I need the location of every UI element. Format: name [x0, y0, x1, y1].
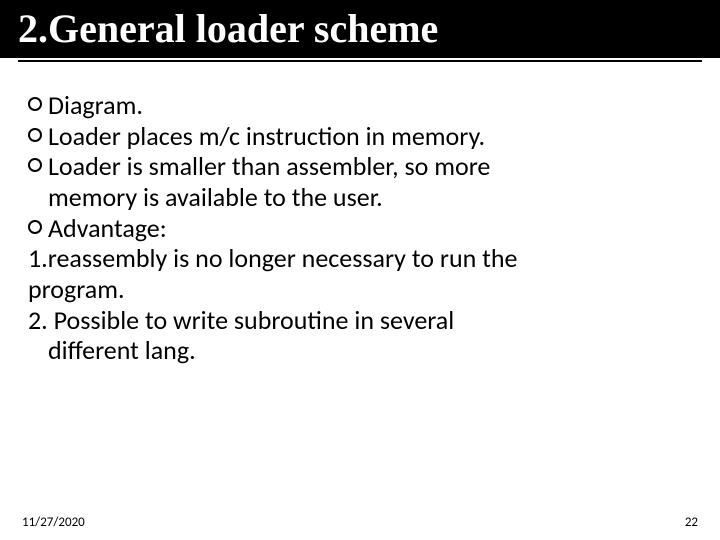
circle-bullet-icon	[28, 158, 42, 172]
slide-title: 2.General loader scheme	[18, 8, 702, 50]
slide-content: Diagram. Loader places m/c instruction i…	[0, 62, 720, 366]
numbered-continuation: different lang.	[28, 335, 692, 366]
numbered-text: different lang.	[48, 335, 692, 366]
bullet-text: Diagram.	[48, 90, 692, 121]
numbered-text: 1.reassembly is no longer necessary to r…	[28, 243, 692, 274]
bullet-item: Loader is smaller than assembler, so mor…	[28, 151, 692, 182]
numbered-line: program.	[28, 274, 692, 305]
bullet-continuation: memory is available to the user.	[28, 182, 692, 213]
numbered-text: program.	[28, 274, 692, 305]
numbered-line: 2. Possible to write subroutine in sever…	[28, 305, 692, 336]
title-band: 2.General loader scheme	[0, 0, 720, 58]
slide-footer: 11/27/2020 22	[0, 515, 720, 530]
bullet-text: Loader places m/c instruction in memory.	[48, 121, 692, 152]
bullet-item: Diagram.	[28, 90, 692, 121]
circle-bullet-icon	[28, 220, 42, 234]
footer-page-number: 22	[685, 515, 698, 530]
circle-bullet-icon	[28, 97, 42, 111]
bullet-item: Advantage:	[28, 213, 692, 244]
bullet-item: Loader places m/c instruction in memory.	[28, 121, 692, 152]
numbered-line: 1.reassembly is no longer necessary to r…	[28, 243, 692, 274]
bullet-text: memory is available to the user.	[48, 182, 692, 213]
footer-date: 11/27/2020	[22, 515, 85, 530]
numbered-text: 2. Possible to write subroutine in sever…	[28, 305, 692, 336]
bullet-text: Advantage:	[48, 213, 692, 244]
circle-bullet-icon	[28, 128, 42, 142]
bullet-text: Loader is smaller than assembler, so mor…	[48, 151, 692, 182]
